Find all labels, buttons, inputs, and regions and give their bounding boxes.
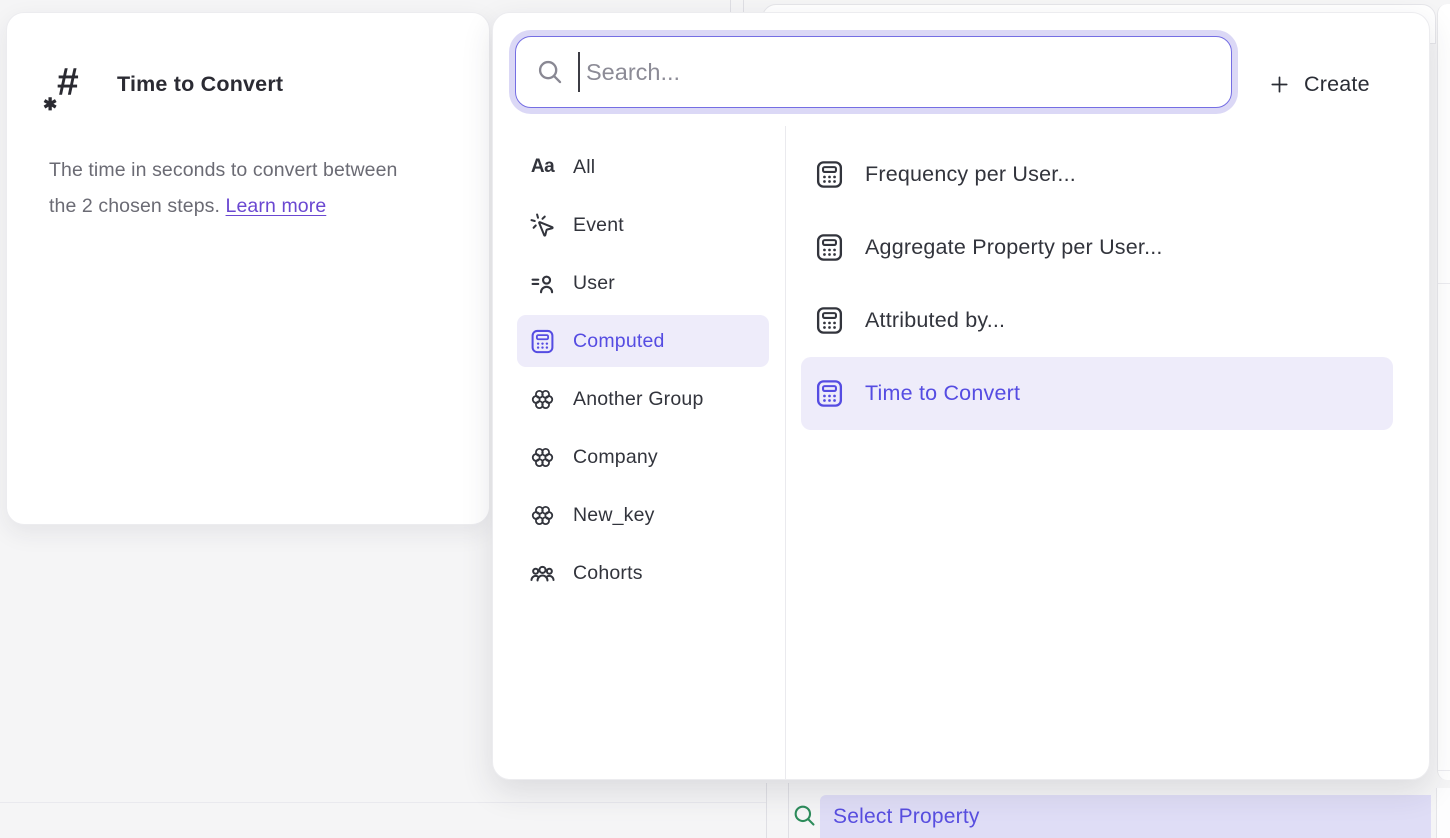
category-another-group[interactable]: Another Group bbox=[517, 373, 769, 425]
plus-icon bbox=[1268, 73, 1291, 96]
create-button[interactable]: Create bbox=[1268, 67, 1370, 101]
tooltip-description: The time in seconds to convert between t… bbox=[49, 153, 459, 224]
background-divider bbox=[788, 783, 789, 838]
background-divider bbox=[743, 0, 744, 12]
tooltip-title: Time to Convert bbox=[117, 72, 283, 97]
text-cursor bbox=[578, 52, 580, 92]
metric-picker-dropdown: Create Aa All Event User Computed Anothe… bbox=[492, 12, 1430, 780]
metric-tooltip-card: #✱ Time to Convert The time in seconds t… bbox=[6, 12, 490, 525]
background-divider bbox=[766, 783, 767, 838]
group-icon bbox=[529, 502, 556, 529]
category-computed[interactable]: Computed bbox=[517, 315, 769, 367]
metric-item-aggregate-property-per-user[interactable]: Aggregate Property per User... bbox=[801, 211, 1393, 284]
category-cohorts[interactable]: Cohorts bbox=[517, 547, 769, 599]
category-company[interactable]: Company bbox=[517, 431, 769, 483]
metric-item-list: Frequency per User... Aggregate Property… bbox=[801, 138, 1393, 430]
search-focus-ring bbox=[509, 30, 1238, 114]
background-divider bbox=[0, 802, 766, 803]
calculator-icon bbox=[814, 305, 845, 336]
category-list: Aa All Event User Computed Another Group… bbox=[517, 141, 769, 605]
metric-item-frequency-per-user[interactable]: Frequency per User... bbox=[801, 138, 1393, 211]
metric-item-time-to-convert[interactable]: Time to Convert bbox=[801, 357, 1393, 430]
calculator-icon bbox=[529, 328, 556, 355]
create-button-label: Create bbox=[1304, 72, 1370, 97]
panel-divider bbox=[785, 126, 786, 779]
group-icon bbox=[529, 386, 556, 413]
category-user[interactable]: User bbox=[517, 257, 769, 309]
category-event[interactable]: Event bbox=[517, 199, 769, 251]
user-list-icon bbox=[529, 270, 556, 297]
category-new-key[interactable]: New_key bbox=[517, 489, 769, 541]
background-panel-corner bbox=[1436, 788, 1450, 838]
calculator-icon bbox=[814, 159, 845, 190]
search-icon bbox=[536, 58, 564, 86]
cursor-click-icon bbox=[529, 212, 556, 239]
select-property-label: Select Property bbox=[833, 805, 980, 829]
cohorts-icon bbox=[529, 560, 556, 587]
tooltip-description-line2: the 2 chosen steps. bbox=[49, 195, 220, 217]
search-input[interactable] bbox=[586, 37, 1217, 107]
calculator-icon bbox=[814, 232, 845, 263]
category-all[interactable]: Aa All bbox=[517, 141, 769, 193]
background-right-panel bbox=[1437, 4, 1450, 780]
background-divider bbox=[730, 0, 731, 12]
property-search-icon bbox=[792, 803, 817, 828]
aa-icon: Aa bbox=[529, 154, 556, 181]
tooltip-description-line1: The time in seconds to convert between bbox=[49, 159, 398, 181]
calculator-icon bbox=[814, 378, 845, 409]
learn-more-link[interactable]: Learn more bbox=[226, 195, 327, 217]
numeric-hash-icon: #✱ bbox=[43, 59, 95, 113]
metric-item-attributed-by[interactable]: Attributed by... bbox=[801, 284, 1393, 357]
search-box bbox=[515, 36, 1232, 108]
group-icon bbox=[529, 444, 556, 471]
select-property-field[interactable]: Select Property bbox=[820, 795, 1431, 838]
